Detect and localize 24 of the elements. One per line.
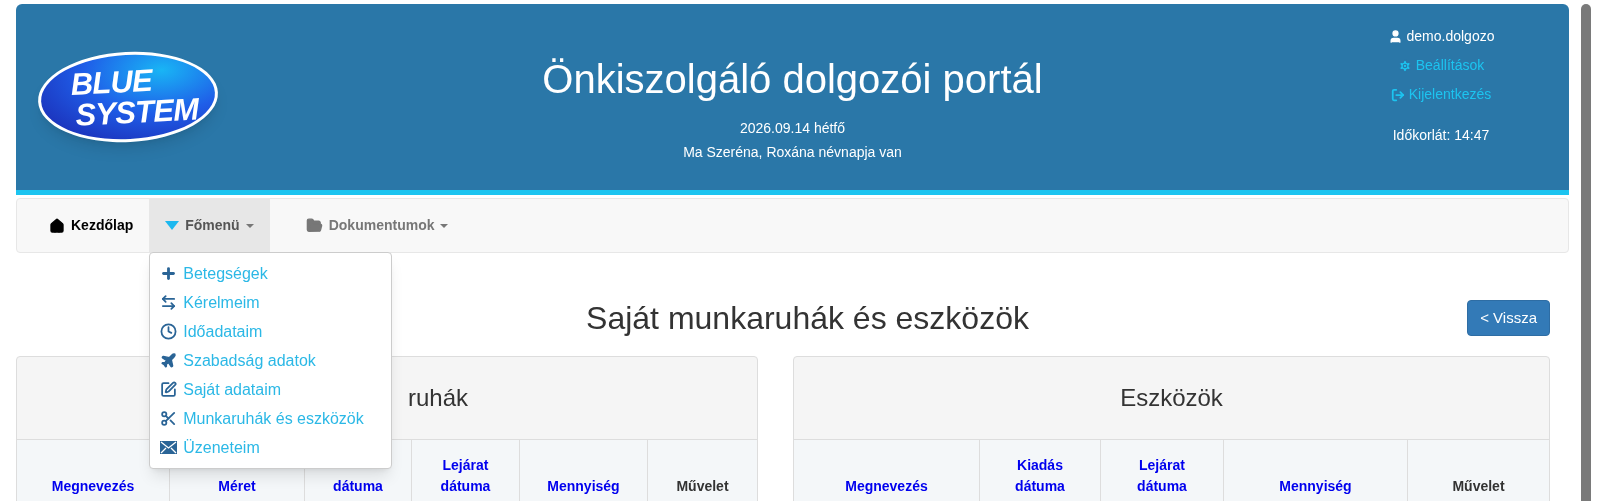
- panel-title: ruhák: [408, 383, 469, 413]
- nav-item[interactable]: Dokumentumok: [289, 199, 465, 252]
- time-limit: Időkorlát: 14:47: [1392, 126, 1490, 145]
- column-header: Művelet: [676, 477, 729, 496]
- nameday-text: Ma Szeréna, Roxána névnapja van: [683, 143, 902, 162]
- column-header[interactable]: dátuma: [333, 476, 383, 497]
- date-text: 2026.09.14 hétfő: [739, 119, 846, 138]
- username: demo.dolgozo: [1406, 27, 1495, 46]
- column-header: Művelet: [1452, 477, 1505, 496]
- nav-item[interactable]: Kezdőlap: [33, 199, 150, 252]
- column-header[interactable]: Mennyiség: [547, 476, 620, 497]
- column-header[interactable]: Kiadás dátuma: [1015, 455, 1065, 497]
- column-header[interactable]: Megnevezés: [845, 476, 928, 497]
- column-header[interactable]: Lejárat dátuma: [440, 455, 491, 497]
- page-title: Saját munkaruhák és eszközök: [586, 299, 1029, 338]
- back-button[interactable]: < Vissza: [1467, 300, 1550, 336]
- panel-title: Eszközök: [1120, 383, 1223, 413]
- logo-text: BLUE: [69, 64, 153, 100]
- column-header[interactable]: Mennyiség: [1279, 476, 1352, 497]
- column-header[interactable]: Megnevezés: [51, 476, 135, 497]
- portal-title: Önkiszolgáló dolgozói portál: [542, 56, 1043, 103]
- nav-item[interactable]: Főmenü: [149, 199, 270, 252]
- column-header[interactable]: Méret: [218, 476, 256, 497]
- column-header[interactable]: Lejárat dátuma: [1137, 455, 1187, 497]
